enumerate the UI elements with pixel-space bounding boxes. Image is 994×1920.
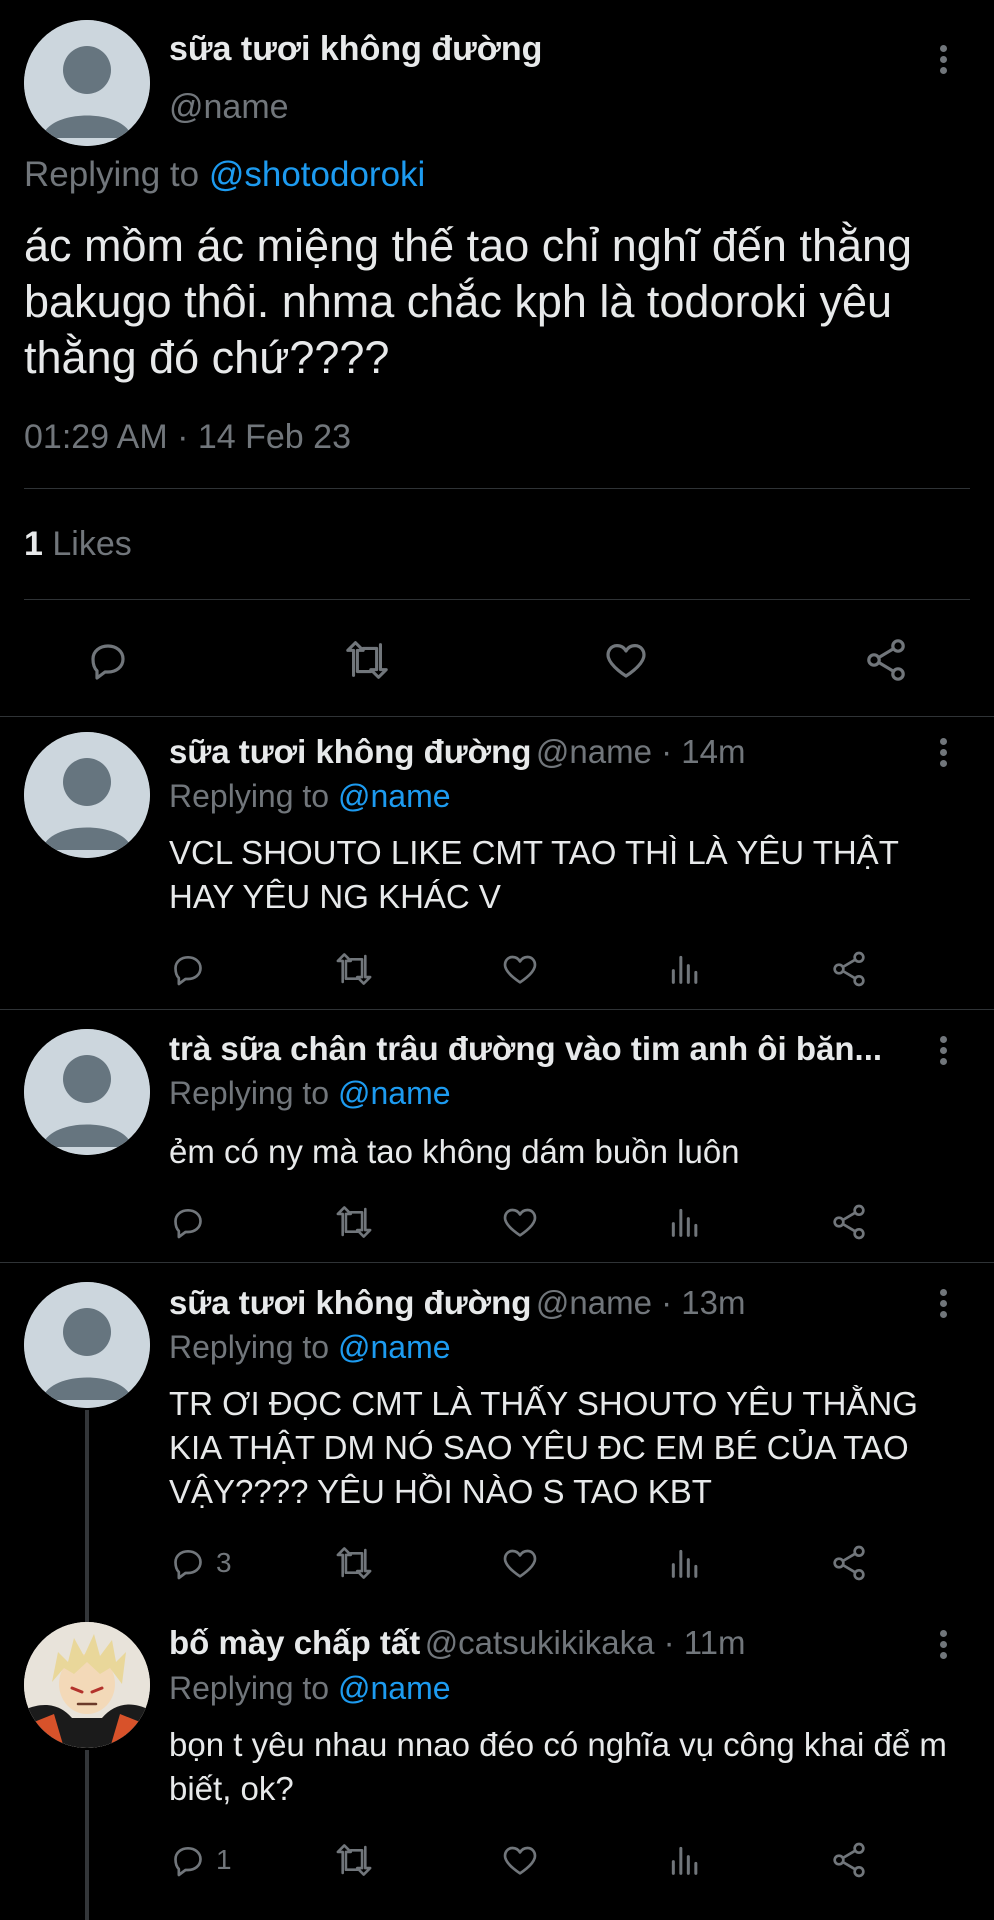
reply-icon[interactable] [168,1202,208,1242]
like-icon[interactable] [500,1543,540,1583]
handle-and-time: @name · 14m [535,733,746,770]
reply-header: bố mày chấp tất @catsukikikaka · 11m [169,1624,746,1662]
user-avatar-icon [24,1622,150,1748]
retweet-icon[interactable] [333,1202,375,1242]
replying-to: Replying to @shotodoroki [24,155,425,195]
replying-to: Replying to @name [169,1329,451,1366]
divider [24,599,970,600]
analytics-icon[interactable] [665,949,705,989]
analytics-icon[interactable] [665,1840,705,1880]
replying-to-handle[interactable]: @name [338,778,451,814]
more-options-icon[interactable] [937,1630,949,1664]
divider [0,716,994,717]
replying-to-handle[interactable]: @name [338,1075,451,1111]
divider [0,1009,994,1010]
reply-icon[interactable] [168,949,208,989]
share-icon[interactable] [829,1840,869,1880]
replying-to-prefix: Replying to [169,1670,330,1706]
divider [24,488,970,489]
tweet-timestamp: 01:29 AM · 14 Feb 23 [24,418,351,456]
replying-to-handle[interactable]: @name [338,1670,451,1706]
reply-text: ẻm có ny mà tao không dám buồn luôn [169,1133,740,1170]
share-icon[interactable] [862,636,910,684]
default-avatar-icon [24,20,150,146]
handle-and-time: @name · 13m [535,1284,746,1321]
reply-header: trà sữa chân trâu đường vào tim anh ôi b… [169,1030,921,1068]
reply-count: 3 [216,1547,232,1578]
avatar[interactable] [24,20,150,146]
likes-count: 1 [24,525,43,563]
like-icon[interactable] [500,1202,540,1242]
reply-text: VCL SHOUTO LIKE CMT TAO THÌ LÀ YÊU THẬT … [169,834,899,915]
replying-to-handle[interactable]: @name [338,1329,451,1365]
replying-to-prefix: Replying to [169,778,330,814]
reply-count: 1 [216,1844,232,1875]
display-name[interactable]: sữa tươi không đường [169,1284,531,1321]
analytics-icon[interactable] [665,1543,705,1583]
retweet-icon[interactable] [342,636,392,684]
thread-connector [85,1410,89,1625]
share-icon[interactable] [829,949,869,989]
replying-to-prefix: Replying to [169,1329,330,1365]
replying-to-prefix: Replying to [169,1075,330,1111]
replying-to: Replying to @name [169,1670,451,1707]
default-avatar-icon [24,732,150,858]
avatar[interactable] [24,732,150,858]
analytics-icon[interactable] [665,1202,705,1242]
reply-header: sữa tươi không đường @name · 14m [169,733,745,771]
retweet-icon[interactable] [333,949,375,989]
retweet-icon[interactable] [333,1543,375,1583]
reply-header: sữa tươi không đường @name · 13m [169,1284,745,1322]
replying-to-prefix: Replying to [24,155,200,194]
likes-label: Likes [52,525,132,563]
handle[interactable]: @name [169,88,289,127]
reply-icon[interactable] [84,636,132,684]
like-icon[interactable] [500,949,540,989]
tweet-text: ác mồm ác miệng thế tao chỉ nghĩ đến thằ… [24,220,913,383]
like-icon[interactable] [500,1840,540,1880]
more-options-icon[interactable] [937,1036,949,1070]
display-name[interactable]: sữa tươi không đường [169,733,531,770]
reply-text: bọn t yêu nhau nnao đéo có nghĩa vụ công… [169,1726,947,1807]
avatar[interactable] [24,1282,150,1408]
replying-to-handle[interactable]: @shotodoroki [209,155,425,194]
default-avatar-icon [24,1029,150,1155]
avatar[interactable] [24,1622,150,1748]
reply-icon[interactable] [168,1543,208,1583]
more-options-icon[interactable] [937,45,949,79]
reply-text: TR ƠI ĐỌC CMT LÀ THẤY SHOUTO YÊU THẰNG K… [169,1385,918,1510]
avatar[interactable] [24,1029,150,1155]
retweet-icon[interactable] [333,1840,375,1880]
handle-and-time: @catsukikikaka · 11m [424,1624,746,1661]
likes-stat[interactable]: 1 Likes [24,525,132,564]
display-name[interactable]: sữa tươi không đường [169,30,542,69]
replying-to: Replying to @name [169,1075,451,1112]
more-options-icon[interactable] [937,738,949,772]
share-icon[interactable] [829,1202,869,1242]
replying-to: Replying to @name [169,778,451,815]
thread-connector [85,1750,89,1920]
divider [0,1262,994,1263]
default-avatar-icon [24,1282,150,1408]
share-icon[interactable] [829,1543,869,1583]
display-name[interactable]: trà sữa chân trâu đường vào tim anh ôi b… [169,1030,882,1067]
like-icon[interactable] [602,636,650,684]
reply-icon[interactable] [168,1840,208,1880]
more-options-icon[interactable] [937,1289,949,1323]
display-name[interactable]: bố mày chấp tất [169,1624,420,1661]
